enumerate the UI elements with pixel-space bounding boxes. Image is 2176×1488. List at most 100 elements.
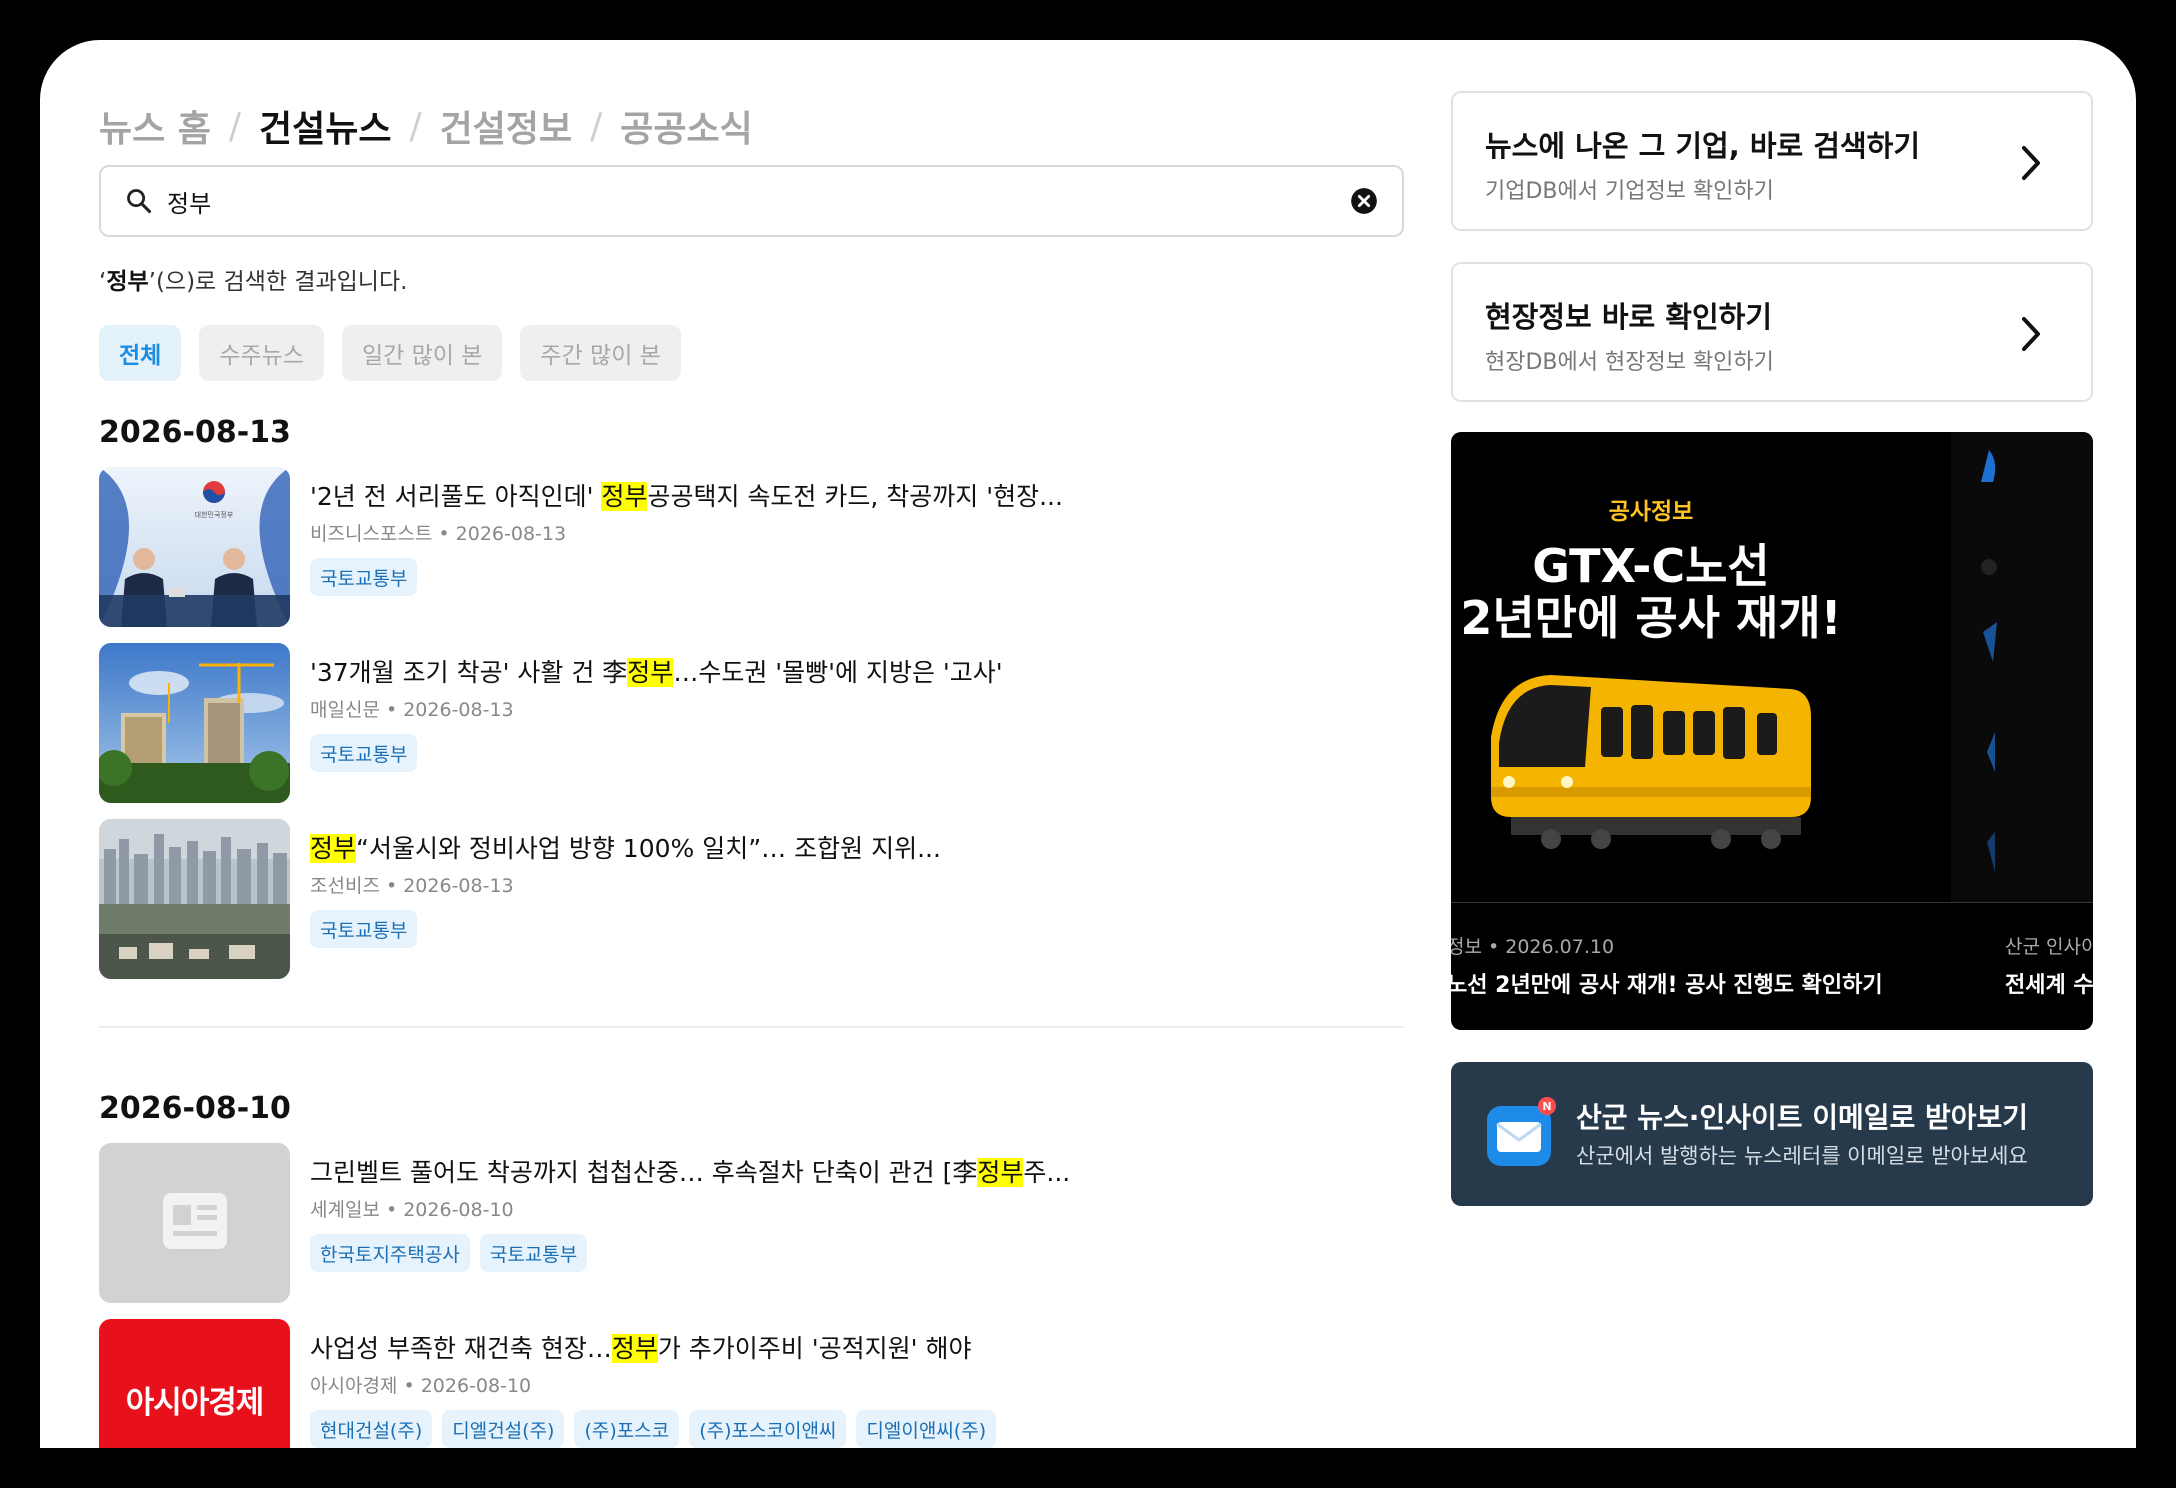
card-subtitle: 기업DB에서 기업정보 확인하기 xyxy=(1485,179,1774,204)
search-highlight: 정부 xyxy=(611,1334,658,1363)
article-body: 정부“서울시와 정비사업 방향 100% 일치”… 조합원 지위... 조선비즈… xyxy=(310,831,1210,948)
next-slide-preview xyxy=(1951,432,2093,902)
tag-chip[interactable]: 국토교통부 xyxy=(310,910,418,948)
article-item[interactable]: 그린벨트 풀어도 착공까지 첩첩산중… 후속절차 단축이 관건 [李정부주...… xyxy=(99,1143,1199,1303)
article-meta: 세계일보 • 2026-08-10 xyxy=(310,1199,514,1221)
newsletter-subtitle: 산군에서 발행하는 뉴스레터를 이메일로 받아보세요 xyxy=(1576,1144,2028,1168)
article-meta: 매일신문 • 2026-08-13 xyxy=(310,699,514,721)
card-subtitle: 현장DB에서 현장정보 확인하기 xyxy=(1485,350,1774,375)
article-title[interactable]: 그린벨트 풀어도 착공까지 첩첩산중… 후속절차 단축이 관건 [李정부주... xyxy=(310,1155,1210,1191)
article-thumbnail-placeholder[interactable] xyxy=(99,1143,290,1303)
article-tags: 한국토지주택공사 국토교통부 xyxy=(310,1234,1210,1272)
banner-label: 공사정보 xyxy=(1608,499,1694,525)
newsletter-subscribe-card[interactable]: N 산군 뉴스·인사이트 이메일로 받아보기 산군에서 발행하는 뉴스레터를 이… xyxy=(1451,1062,2093,1206)
article-thumbnail[interactable] xyxy=(99,819,290,979)
article-item[interactable]: 아시아경제 사업성 부족한 재건축 현장…정부가 추가이주비 '공적지원' 해야… xyxy=(99,1319,1199,1448)
search-highlight: 정부 xyxy=(310,834,357,863)
tag-chip[interactable]: (주)포스코 xyxy=(574,1410,680,1448)
search-highlight: 정부 xyxy=(627,658,674,687)
device-frame: 뉴스 홈 / 건설뉴스 / 건설정보 / 공공소식 ‘정부’(으)로 검색한 결… xyxy=(0,0,2176,1488)
news-column: 뉴스 홈 / 건설뉴스 / 건설정보 / 공공소식 ‘정부’(으)로 검색한 결… xyxy=(99,40,1443,1448)
search-input[interactable] xyxy=(167,187,1350,215)
article-source: 비즈니스포스트 xyxy=(310,523,433,545)
subway-train-illustration xyxy=(1491,675,1811,849)
article-item[interactable]: 정부“서울시와 정비사업 방향 100% 일치”… 조합원 지위... 조선비즈… xyxy=(99,819,1199,979)
section-divider xyxy=(99,1026,1404,1028)
article-title[interactable]: 사업성 부족한 재건축 현장…정부가 추가이주비 '공적지원' 해야 xyxy=(310,1331,1210,1367)
mail-icon: N xyxy=(1487,1097,1556,1166)
breadcrumb-separator: / xyxy=(228,105,242,147)
article-body: 그린벨트 풀어도 착공까지 첩첩산중… 후속절차 단축이 관건 [李정부주...… xyxy=(310,1155,1210,1272)
search-highlight: 정부 xyxy=(601,482,648,511)
tag-chip[interactable]: 디엘이앤씨(주) xyxy=(856,1410,997,1448)
breadcrumb-public-news[interactable]: 공공소식 xyxy=(620,100,752,152)
tag-chip[interactable]: (주)포스코이앤씨 xyxy=(689,1410,847,1448)
article-title[interactable]: 정부“서울시와 정비사업 방향 100% 일치”… 조합원 지위... xyxy=(310,831,1210,867)
breadcrumb-construction-info[interactable]: 건설정보 xyxy=(440,100,572,152)
company-search-card[interactable]: 뉴스에 나온 그 기업, 바로 검색하기 기업DB에서 기업정보 확인하기 xyxy=(1451,91,2093,231)
filter-order-news[interactable]: 수주뉴스 xyxy=(199,325,324,381)
article-item[interactable]: '37개월 조기 착공' 사활 건 李정부…수도권 '몰빵'에 지방은 '고사'… xyxy=(99,643,1199,803)
tag-chip[interactable]: 국토교통부 xyxy=(310,734,418,772)
article-date: 2026-08-10 xyxy=(403,1199,514,1221)
date-heading: 2026-08-10 xyxy=(99,1091,291,1126)
article-date: 2026-08-13 xyxy=(403,875,514,897)
article-tags: 현대건설(주) 디엘건설(주) (주)포스코 (주)포스코이앤씨 디엘이앤씨(주… xyxy=(310,1410,1210,1448)
article-tags: 국토교통부 xyxy=(310,734,1210,772)
search-result-caption: ‘정부’(으)로 검색한 결과입니다. xyxy=(99,262,407,296)
clear-search-icon[interactable] xyxy=(1350,187,1378,215)
breadcrumb-separator: / xyxy=(590,105,603,147)
tag-chip[interactable]: 한국토지주택공사 xyxy=(310,1234,470,1272)
breadcrumb-separator: / xyxy=(409,105,422,147)
article-meta: 아시아경제 • 2026-08-10 xyxy=(310,1375,532,1397)
article-body: '37개월 조기 착공' 사활 건 李정부…수도권 '몰빵'에 지방은 '고사'… xyxy=(310,655,1210,772)
search-highlight: 정부 xyxy=(977,1158,1024,1187)
article-source: 세계일보 xyxy=(310,1199,380,1221)
article-title[interactable]: '37개월 조기 착공' 사활 건 李정부…수도권 '몰빵'에 지방은 '고사' xyxy=(310,655,1210,691)
article-tags: 국토교통부 xyxy=(310,910,1210,948)
tag-chip[interactable]: 디엘건설(주) xyxy=(442,1410,565,1448)
article-title[interactable]: '2년 전 서리풀도 아직인데' 정부공공택지 속도전 카드, 착공까지 '현장… xyxy=(310,479,1210,515)
article-body: 사업성 부족한 재건축 현장…정부가 추가이주비 '공적지원' 해야 아시아경제… xyxy=(310,1331,1210,1448)
tag-chip[interactable]: 국토교통부 xyxy=(310,558,418,596)
article-thumbnail[interactable]: 대한민국정부 xyxy=(99,467,290,627)
chevron-right-icon xyxy=(2022,146,2040,180)
article-thumbnail[interactable]: 아시아경제 xyxy=(99,1319,290,1448)
article-date: 2026-08-13 xyxy=(455,523,567,545)
filter-tabs: 전체 수주뉴스 일간 많이 본 주간 많이 본 xyxy=(99,325,681,381)
breadcrumb-news-home[interactable]: 뉴스 홈 xyxy=(99,100,211,152)
article-thumbnail[interactable] xyxy=(99,643,290,803)
article-source: 조선비즈 xyxy=(310,875,380,897)
article-date: 2026-08-10 xyxy=(420,1375,532,1397)
card-title: 현장정보 바로 확인하기 xyxy=(1485,300,1772,334)
article-source: 매일신문 xyxy=(310,699,380,721)
screen: 뉴스 홈 / 건설뉴스 / 건설정보 / 공공소식 ‘정부’(으)로 검색한 결… xyxy=(40,40,2136,1448)
caption-search-term: 정부 xyxy=(106,269,149,295)
search-bar xyxy=(99,165,1404,237)
banner-next-slide-meta: 산군 인사이 xyxy=(2005,936,2093,958)
tag-chip[interactable]: 국토교통부 xyxy=(479,1234,588,1272)
article-meta: 비즈니스포스트 • 2026-08-13 xyxy=(310,523,567,545)
tag-chip[interactable]: 현대건설(주) xyxy=(310,1410,433,1448)
banner-divider xyxy=(1451,902,2093,903)
breadcrumb-construction-news[interactable]: 건설뉴스 xyxy=(259,100,391,152)
banner-slide-title[interactable]: 노선 2년만에 공사 재개! 공사 진행도 확인하기 xyxy=(1451,967,1883,999)
article-tags: 국토교통부 xyxy=(310,558,1210,596)
article-item[interactable]: 대한민국정부 '2년 전 서리풀도 아직인데' 정부공공택지 속도전 카드, 착… xyxy=(99,467,1199,627)
promo-banner-carousel[interactable]: 공사정보 GTX-C노선 2년만에 공사 재개! 정보 • 2026.07.10… xyxy=(1451,432,2093,1030)
article-meta: 조선비즈 • 2026-08-13 xyxy=(310,875,514,897)
thumbnail-caption: 대한민국정부 xyxy=(195,510,234,519)
newsletter-title: 산군 뉴스·인사이트 이메일로 받아보기 xyxy=(1576,1101,2029,1134)
publisher-logo-text: 아시아경제 xyxy=(125,1384,265,1421)
filter-weekly-popular[interactable]: 주간 많이 본 xyxy=(520,325,681,381)
banner-headline-2: 2년만에 공사 재개! xyxy=(1460,591,1842,645)
filter-daily-popular[interactable]: 일간 많이 본 xyxy=(341,325,503,381)
notification-badge-text: N xyxy=(1542,1100,1551,1113)
banner-slide-meta: 정보 • 2026.07.10 xyxy=(1451,936,1615,958)
site-info-card[interactable]: 현장정보 바로 확인하기 현장DB에서 현장정보 확인하기 xyxy=(1451,262,2093,402)
breadcrumb: 뉴스 홈 / 건설뉴스 / 건설정보 / 공공소식 xyxy=(99,96,753,156)
search-icon xyxy=(127,189,152,214)
caption-text: ’(으)로 검색한 결과입니다. xyxy=(148,269,408,295)
filter-all[interactable]: 전체 xyxy=(99,325,182,381)
banner-next-slide-title[interactable]: 전세계 수 xyxy=(2005,967,2093,999)
